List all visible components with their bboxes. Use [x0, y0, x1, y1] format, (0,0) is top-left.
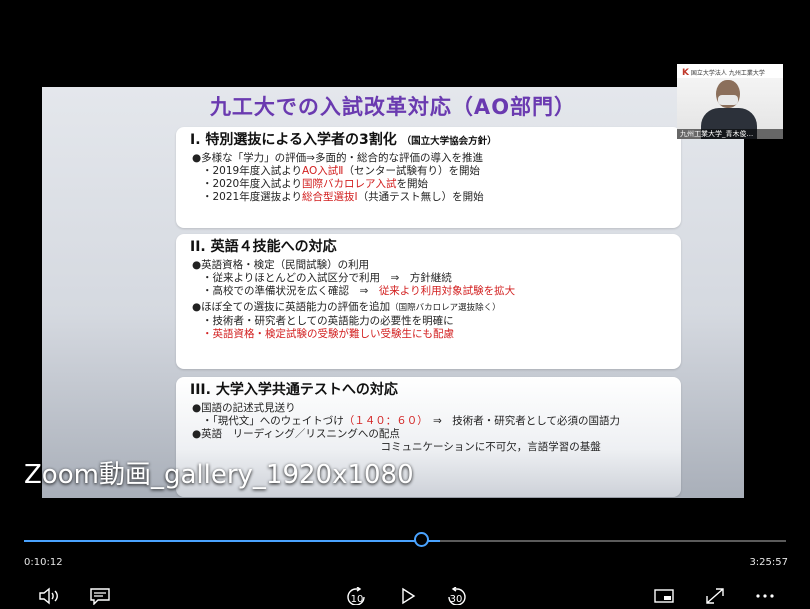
participant-mask [718, 95, 738, 105]
seek-bar[interactable] [24, 540, 786, 542]
slide-line: ・2021年度選抜より総合型選抜Ⅰ（共通テスト無し）を開始 [202, 191, 484, 203]
captions-icon [90, 588, 110, 605]
miniplayer-icon [654, 589, 674, 603]
captions-button[interactable] [87, 585, 113, 607]
volume-button[interactable] [36, 585, 62, 607]
total-duration: 3:25:57 [749, 557, 788, 568]
section-heading: III. 大学入学共通テストへの対応 [190, 382, 398, 398]
section-heading: I. 特別選抜による入学者の3割化 （国立大学協会方針） [190, 132, 497, 148]
section-lines: ●多様な「学力」の評価⇒多面的・総合的な評価の導入を推進 ・2019年度入試よりA… [176, 152, 681, 204]
volume-icon [39, 587, 58, 605]
fullscreen-button[interactable] [703, 585, 727, 607]
forward-30-button[interactable]: 30 [442, 585, 470, 607]
seek-thumb[interactable] [414, 532, 429, 547]
slide-line: ・技術者・研究者としての英語能力の必要性を明確に [202, 315, 454, 327]
slide-line: ●英語 リーディング／リスニングへの配点 [192, 428, 400, 440]
slide: 九工大での入試改革対応（AO部門） I. 特別選抜による入学者の3割化 （国立大… [42, 87, 744, 498]
slide-line: ・2020年度入試より国際バカロレア入試を開始 [202, 178, 429, 190]
more-icon [756, 594, 774, 598]
section-heading: II. 英語４技能への対応 [190, 239, 337, 255]
slide-line: ●ほぼ全ての選抜に英語能力の評価を追加（国際バカロレア選抜除く） [192, 301, 501, 313]
video-title: Zoom動画_gallery_1920x1080 [24, 460, 414, 490]
university-logo: K 国立大学法人 九州工業大学 [682, 68, 765, 78]
slide-line: ●国語の記述式見送り [192, 402, 296, 414]
section-card-2: II. 英語４技能への対応 ●英語資格・検定（民間試験）の利用 ・従来よりほとんど… [176, 234, 681, 369]
rewind-10-button[interactable]: 10 [343, 585, 371, 607]
slide-line: ●英語資格・検定（民間試験）の利用 [192, 259, 370, 271]
participant-name: 九州工業大学_青木俊... [677, 129, 783, 139]
miniplayer-button[interactable] [652, 585, 676, 607]
slide-line: ・2019年度入試よりAO入試Ⅱ（センター試験有り）を開始 [202, 165, 480, 177]
slide-line: ●多様な「学力」の評価⇒多面的・総合的な評価の導入を推進 [192, 152, 483, 164]
slide-line: コミュニケーションに不可欠，言語学習の基盤 [202, 441, 601, 453]
section-lines: ●国語の記述式見送り ・「現代文」へのウェイトづけ（１４０：６０） ⇒ 技術者・研… [176, 402, 681, 454]
slide-line: ・英語資格・検定試験の受験が難しい受験生にも配慮 [202, 328, 454, 340]
slide-line: ・高校での準備状況を広く確認 ⇒ 従来より利用対象試験を拡大 [202, 285, 516, 297]
section-card-1: I. 特別選抜による入学者の3割化 （国立大学協会方針） ●多様な「学力」の評価… [176, 127, 681, 228]
slide-title: 九工大での入試改革対応（AO部門） [209, 95, 577, 119]
fullscreen-icon [706, 588, 724, 604]
section-lines: ●英語資格・検定（民間試験）の利用 ・従来よりほとんどの入試区分で利用 ⇒ 方針継… [176, 259, 681, 341]
rewind-seconds: 10 [350, 594, 364, 605]
seek-bar-progress [24, 540, 441, 542]
forward-seconds: 30 [449, 594, 463, 605]
slide-line: ・「現代文」へのウェイトづけ（１４０：６０） ⇒ 技術者・研究者として必須の国語… [202, 415, 620, 427]
slide-line: ・従来よりほとんどの入試区分で利用 ⇒ 方針継続 [202, 272, 452, 284]
participant-video-tile[interactable]: K 国立大学法人 九州工業大学 九州工業大学_青木俊... [677, 64, 783, 139]
elapsed-time: 0:10:12 [24, 557, 63, 568]
play-button[interactable] [396, 585, 420, 607]
play-icon [402, 587, 416, 605]
more-options-button[interactable] [752, 585, 778, 607]
